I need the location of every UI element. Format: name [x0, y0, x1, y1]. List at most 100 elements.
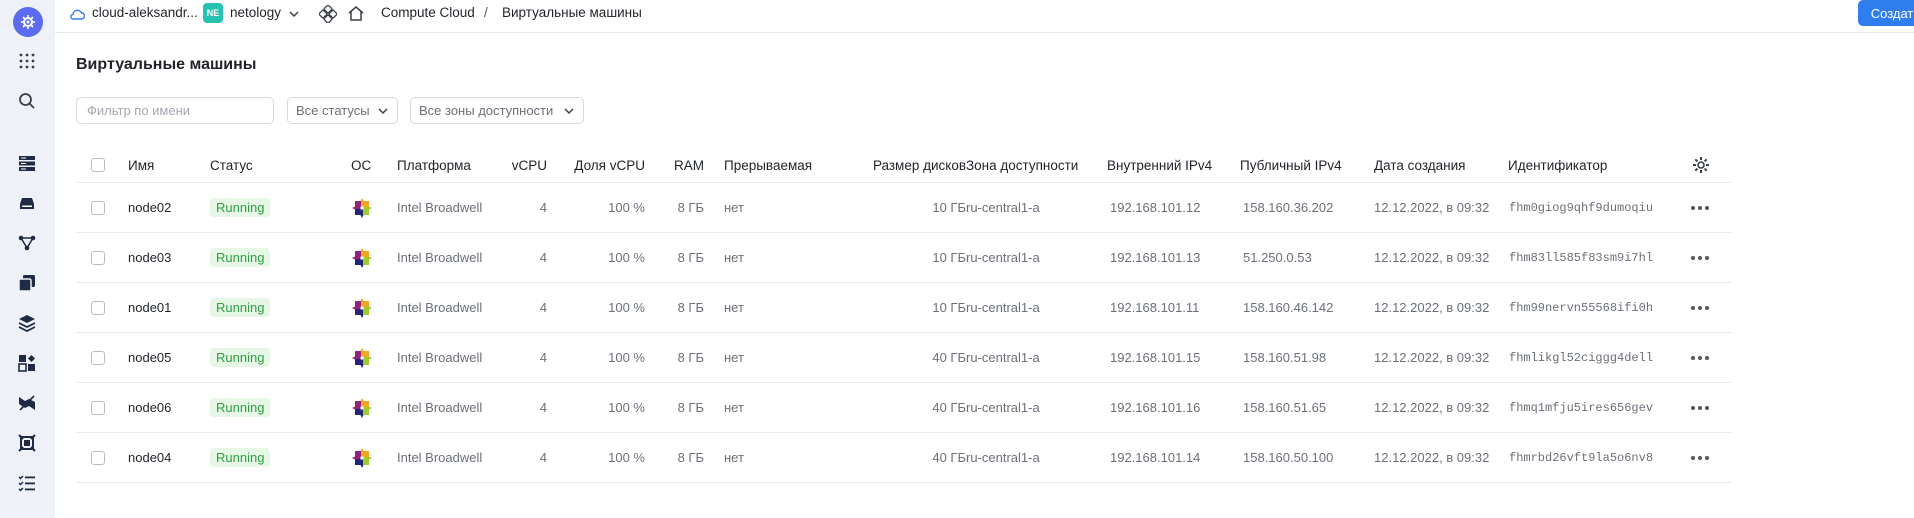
col-disk-size[interactable]: Размер дисков — [846, 148, 966, 182]
compute-icon[interactable] — [16, 152, 38, 174]
created-date: 12.12.2022, в 09:32 — [1374, 200, 1490, 215]
col-zone[interactable]: Зона доступности — [966, 148, 1078, 182]
vm-name[interactable]: node01 — [128, 283, 171, 332]
zone-filter-select[interactable]: Все зоны доступности — [410, 97, 584, 124]
created-date: 12.12.2022, в 09:32 — [1374, 250, 1490, 265]
col-vcpu[interactable]: vCPU — [506, 148, 547, 182]
row-checkbox[interactable] — [91, 250, 105, 265]
logo-icon[interactable] — [13, 7, 43, 37]
folder-selector[interactable]: netology — [230, 5, 281, 20]
more-dots-icon[interactable] — [1691, 305, 1709, 310]
breadcrumb-current: Виртуальные машины — [502, 5, 642, 20]
os-cell — [351, 383, 373, 432]
internal-ip: 192.168.101.11 — [1110, 300, 1200, 315]
public-ip: 158.160.50.100 — [1243, 450, 1334, 465]
table-row[interactable]: node06 Running Intel Broadwell 4 100 % 8… — [76, 383, 1732, 433]
created-date: 12.12.2022, в 09:32 — [1374, 350, 1490, 365]
vm-name[interactable]: node02 — [128, 183, 171, 232]
col-internal-ip[interactable]: Внутренний IPv4 — [1107, 148, 1212, 182]
row-actions — [1691, 333, 1709, 382]
apps-icon[interactable] — [319, 5, 337, 23]
chevron-down-icon — [378, 107, 388, 114]
preemptible: нет — [724, 450, 744, 465]
col-os[interactable]: ОС — [351, 148, 371, 182]
gear-icon[interactable] — [1692, 156, 1710, 174]
platform: Intel Broadwell — [397, 250, 483, 265]
row-checkbox[interactable] — [91, 450, 105, 465]
zone: ru-central1-a — [966, 300, 1040, 315]
disk-size: 10 ГБ — [932, 200, 966, 215]
vm-name[interactable]: node05 — [128, 333, 171, 382]
name-filter-input[interactable] — [76, 97, 274, 124]
monitoring-icon[interactable] — [16, 392, 38, 414]
col-created[interactable]: Дата создания — [1374, 148, 1466, 182]
cloud-selector[interactable]: cloud-aleksandr... — [92, 5, 198, 20]
more-dots-icon[interactable] — [1691, 355, 1709, 360]
created-date: 12.12.2022, в 09:32 — [1374, 400, 1490, 415]
table-row[interactable]: node03 Running Intel Broadwell 4 100 % 8… — [76, 233, 1732, 283]
storage-icon[interactable] — [16, 192, 38, 214]
marketplace-icon[interactable] — [16, 352, 38, 374]
status-cell: Running — [210, 383, 271, 432]
network-icon[interactable] — [16, 232, 38, 254]
select-all-checkbox[interactable] — [91, 158, 105, 172]
create-vm-button[interactable]: Создать ВМ — [1858, 0, 1914, 26]
row-checkbox[interactable] — [91, 300, 105, 315]
checklist-icon[interactable] — [16, 472, 38, 494]
col-ram[interactable]: RAM — [666, 148, 704, 182]
disk-size: 10 ГБ — [932, 250, 966, 265]
ram: 8 ГБ — [677, 350, 704, 365]
col-name[interactable]: Имя — [128, 148, 154, 182]
frame-icon[interactable] — [16, 432, 38, 454]
internal-ip: 192.168.101.15 — [1110, 350, 1201, 365]
search-icon[interactable] — [16, 90, 38, 112]
table-row[interactable]: node01 Running Intel Broadwell 4 100 % 8… — [76, 283, 1732, 333]
internal-ip: 192.168.101.16 — [1110, 400, 1201, 415]
more-dots-icon[interactable] — [1691, 255, 1709, 260]
internal-ip: 192.168.101.14 — [1110, 450, 1201, 465]
table-row[interactable]: node05 Running Intel Broadwell 4 100 % 8… — [76, 333, 1732, 383]
more-dots-icon[interactable] — [1691, 205, 1709, 210]
row-checkbox[interactable] — [91, 400, 105, 415]
services-grid-icon[interactable] — [16, 50, 38, 72]
vcpu-share: 100 % — [608, 400, 645, 415]
col-vcpu-share[interactable]: Доля vCPU — [566, 148, 645, 182]
vm-name[interactable]: node06 — [128, 383, 171, 432]
row-checkbox[interactable] — [91, 200, 105, 215]
row-actions — [1691, 383, 1709, 432]
row-actions — [1691, 183, 1709, 232]
col-preemptible[interactable]: Прерываемая — [724, 148, 812, 182]
platform: Intel Broadwell — [397, 350, 483, 365]
col-platform[interactable]: Платформа — [397, 148, 471, 182]
centos-icon — [352, 347, 372, 368]
col-status[interactable]: Статус — [210, 148, 253, 182]
vm-id: fhmrbd26vft9la5o6nv8 — [1509, 450, 1654, 465]
row-actions — [1691, 283, 1709, 332]
copy-icon[interactable] — [16, 272, 38, 294]
more-dots-icon[interactable] — [1691, 405, 1709, 410]
vcpu-share: 100 % — [608, 300, 645, 315]
status-filter-select[interactable]: Все статусы — [287, 97, 398, 124]
row-checkbox[interactable] — [91, 350, 105, 365]
vcpu-share: 100 % — [608, 450, 645, 465]
topbar: cloud-aleksandr... NE netology Compute C… — [55, 0, 1914, 30]
zone: ru-central1-a — [966, 400, 1040, 415]
vm-name[interactable]: node04 — [128, 433, 171, 482]
chevron-down-icon[interactable] — [288, 8, 300, 20]
more-dots-icon[interactable] — [1691, 455, 1709, 460]
status-badge: Running — [210, 248, 271, 267]
col-public-ip[interactable]: Публичный IPv4 — [1240, 148, 1342, 182]
cloud-icon — [70, 9, 85, 20]
breadcrumb-service[interactable]: Compute Cloud — [381, 5, 475, 20]
vcpu: 4 — [539, 250, 547, 265]
os-cell — [351, 183, 373, 232]
col-id[interactable]: Идентификатор — [1508, 148, 1607, 182]
vcpu-share: 100 % — [608, 250, 645, 265]
home-icon[interactable] — [347, 4, 365, 22]
row-select-cell — [91, 283, 105, 332]
vm-name[interactable]: node03 — [128, 233, 171, 282]
centos-icon — [352, 247, 372, 268]
table-row[interactable]: node02 Running Intel Broadwell 4 100 % 8… — [76, 183, 1732, 233]
layers-icon[interactable] — [16, 312, 38, 334]
table-row[interactable]: node04 Running Intel Broadwell 4 100 % 8… — [76, 433, 1732, 483]
